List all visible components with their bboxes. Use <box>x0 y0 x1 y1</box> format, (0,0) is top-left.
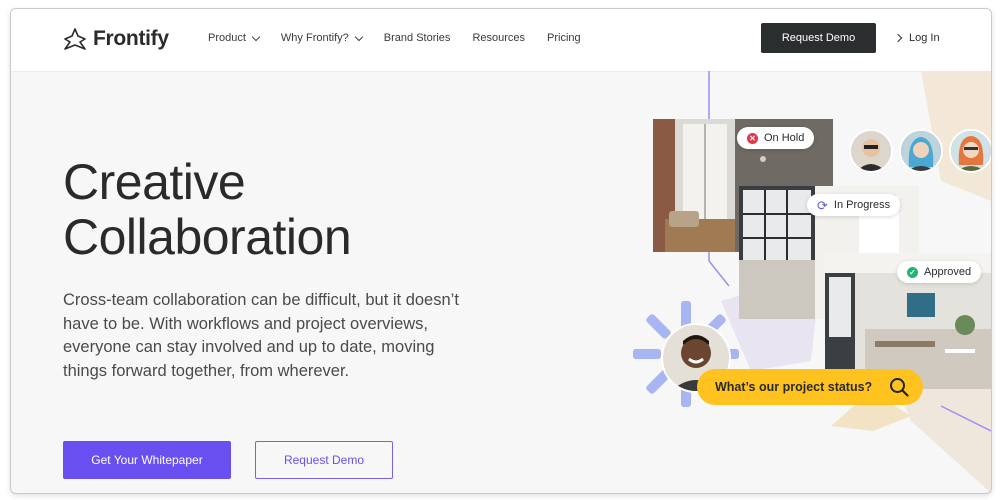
avatar <box>849 129 893 173</box>
get-whitepaper-button[interactable]: Get Your Whitepaper <box>63 441 231 479</box>
nav-item-why-frontify[interactable]: Why Frontify? <box>280 32 364 44</box>
query-text: What’s our project status? <box>715 380 873 394</box>
avatar-image <box>951 131 991 171</box>
nav-item-brand-stories[interactable]: Brand Stories <box>384 32 451 44</box>
request-demo-header-button[interactable]: Request Demo <box>761 23 876 53</box>
chevron-down-icon <box>251 32 261 41</box>
request-demo-button[interactable]: Request Demo <box>255 441 393 479</box>
hero-title: Creative Collaboration <box>63 154 352 265</box>
status-label: Approved <box>924 266 972 278</box>
status-label: On Hold <box>764 132 805 144</box>
nav-label: Pricing <box>547 32 581 44</box>
avatar-image <box>851 131 891 171</box>
hero-title-line-1: Creative <box>63 154 246 210</box>
check-circle-icon: ✓ <box>907 266 918 278</box>
browser-frame: Frontify Product Why Frontify? Brand Sto… <box>10 8 992 494</box>
chevron-down-icon <box>354 32 364 41</box>
hero-description: Cross-team collaboration can be difficul… <box>63 291 459 380</box>
status-pill-on-hold: ✕ On Hold <box>737 127 815 149</box>
avatar <box>899 129 943 173</box>
avatar <box>949 129 991 173</box>
nav-label: Product <box>208 32 246 44</box>
frontify-logo-icon <box>64 28 86 50</box>
status-pill-approved: ✓ Approved <box>897 261 982 283</box>
hero-visual: ✕ On Hold ⟳ In Progress ✓ Approved What’… <box>611 71 991 493</box>
chevron-right-icon <box>893 33 903 43</box>
login-label: Log In <box>909 32 940 44</box>
nav-item-pricing[interactable]: Pricing <box>547 32 581 44</box>
brand-logo[interactable]: Frontify <box>63 27 169 51</box>
nav-item-product[interactable]: Product <box>208 32 261 44</box>
status-pill-in-progress: ⟳ In Progress <box>807 194 901 216</box>
nav-label: Brand Stories <box>383 32 451 44</box>
site-header: Frontify Product Why Frontify? Brand Sto… <box>11 9 991 72</box>
main-nav: Product Why Frontify? Brand Stories Reso… <box>208 32 581 44</box>
status-label: In Progress <box>833 199 891 211</box>
nav-item-resources[interactable]: Resources <box>472 32 525 44</box>
x-circle-icon: ✕ <box>747 132 758 144</box>
search-icon <box>890 378 909 397</box>
nav-label: Why Frontify? <box>280 32 349 44</box>
avatar-image <box>901 131 941 171</box>
refresh-icon: ⟳ <box>817 197 828 213</box>
brand-name: Frontify <box>93 27 169 50</box>
project-status-query: What’s our project status? <box>697 369 923 405</box>
login-link[interactable]: Log In <box>893 32 940 44</box>
nav-label: Resources <box>472 32 526 44</box>
hero-title-line-2: Collaboration <box>63 209 352 265</box>
